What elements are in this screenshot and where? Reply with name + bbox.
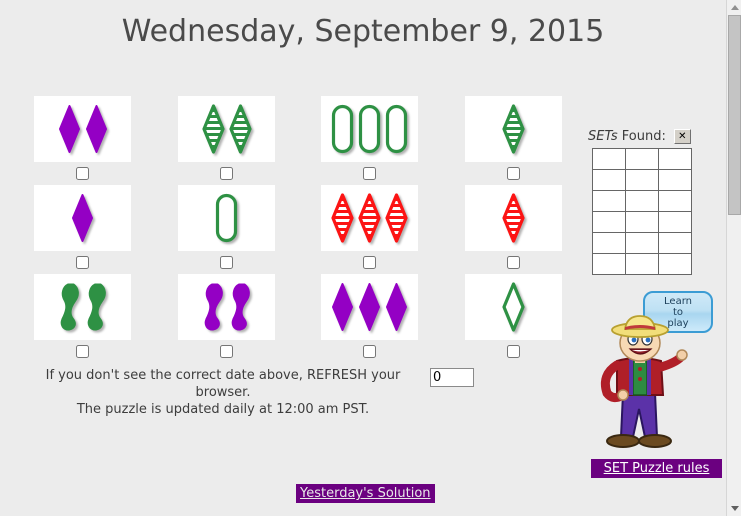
card-checkbox-wrap <box>178 340 275 363</box>
card-checkbox-wrap <box>321 162 418 185</box>
mascot-character-icon <box>600 315 688 448</box>
sets-found-label-rest: Found: <box>617 129 666 144</box>
sets-found-row <box>592 253 692 275</box>
sets-found-cell[interactable] <box>625 211 659 233</box>
card-checkbox-9[interactable] <box>76 345 89 358</box>
set-card-2[interactable] <box>178 96 275 162</box>
set-card-10[interactable] <box>178 274 275 340</box>
card-cell <box>34 274 131 363</box>
sets-found-cell[interactable] <box>658 232 692 254</box>
card-checkbox-8[interactable] <box>507 256 520 269</box>
set-card-12[interactable] <box>465 274 562 340</box>
yesterdays-solution-link[interactable]: Yesterday's Solution <box>296 484 435 503</box>
vertical-scrollbar[interactable] <box>726 0 741 516</box>
sets-found-cell[interactable] <box>658 148 692 170</box>
card-checkbox-wrap <box>321 251 418 274</box>
refresh-notes: If you don't see the correct date above,… <box>28 367 418 418</box>
set-card-5[interactable] <box>34 185 131 251</box>
card-checkbox-wrap <box>34 340 131 363</box>
set-card-6[interactable] <box>178 185 275 251</box>
card-checkbox-6[interactable] <box>220 256 233 269</box>
card-checkbox-10[interactable] <box>220 345 233 358</box>
sets-found-row <box>592 211 692 233</box>
sets-found-label-italic: SETs <box>588 129 618 144</box>
sets-found-cell[interactable] <box>658 253 692 275</box>
sets-found-cell[interactable] <box>592 190 626 212</box>
sets-found-row <box>592 190 692 212</box>
refresh-note-line-2: The puzzle is updated daily at 12:00 am … <box>76 402 370 417</box>
card-cell <box>34 185 131 274</box>
card-cell <box>321 274 418 363</box>
sets-found-cell[interactable] <box>592 253 626 275</box>
sets-found-row <box>592 232 692 254</box>
card-checkbox-1[interactable] <box>76 167 89 180</box>
card-cell <box>465 185 562 274</box>
card-checkbox-wrap <box>465 251 562 274</box>
card-checkbox-wrap <box>178 162 275 185</box>
bubble-line-1: Learn <box>664 296 692 307</box>
refresh-note-line-1: If you don't see the correct date above,… <box>45 368 401 400</box>
sets-found-cell[interactable] <box>592 211 626 233</box>
card-cell <box>465 96 562 185</box>
sets-count-input[interactable] <box>430 368 474 387</box>
sets-found-cell[interactable] <box>658 190 692 212</box>
set-card-7[interactable] <box>321 185 418 251</box>
sets-found-row <box>592 148 692 170</box>
sets-found-cell[interactable] <box>625 232 659 254</box>
card-cell <box>178 185 275 274</box>
card-row <box>34 96 564 185</box>
sets-found-cell[interactable] <box>625 148 659 170</box>
card-checkbox-wrap <box>34 162 131 185</box>
card-checkbox-wrap <box>34 251 131 274</box>
card-cell <box>34 96 131 185</box>
card-cell <box>321 185 418 274</box>
sets-found-label: SETs Found: <box>588 129 666 144</box>
set-card-4[interactable] <box>465 96 562 162</box>
card-cell <box>178 274 275 363</box>
close-icon[interactable]: ✕ <box>673 129 691 144</box>
card-cell <box>321 96 418 185</box>
set-card-9[interactable] <box>34 274 131 340</box>
set-card-11[interactable] <box>321 274 418 340</box>
sets-found-cell[interactable] <box>592 232 626 254</box>
card-cell <box>465 274 562 363</box>
card-cell <box>178 96 275 185</box>
scroll-down-arrow-icon[interactable] <box>727 501 741 516</box>
card-row <box>34 185 564 274</box>
page-root: Wednesday, September 9, 2015 SETs Found:… <box>0 0 726 516</box>
card-checkbox-2[interactable] <box>220 167 233 180</box>
sets-found-cell[interactable] <box>625 190 659 212</box>
sets-found-header: SETs Found: ✕ <box>588 129 726 144</box>
sets-found-cell[interactable] <box>625 169 659 191</box>
card-checkbox-7[interactable] <box>363 256 376 269</box>
scroll-up-arrow-icon[interactable] <box>727 0 741 15</box>
card-checkbox-4[interactable] <box>507 167 520 180</box>
scrollbar-thumb[interactable] <box>728 15 741 215</box>
sets-found-cell[interactable] <box>658 211 692 233</box>
card-checkbox-wrap <box>178 251 275 274</box>
card-checkbox-wrap <box>321 340 418 363</box>
card-checkbox-wrap <box>465 340 562 363</box>
card-checkbox-3[interactable] <box>363 167 376 180</box>
card-checkbox-11[interactable] <box>363 345 376 358</box>
card-row <box>34 274 564 363</box>
set-card-3[interactable] <box>321 96 418 162</box>
set-card-1[interactable] <box>34 96 131 162</box>
card-checkbox-5[interactable] <box>76 256 89 269</box>
sets-found-table-body <box>592 148 692 275</box>
set-card-8[interactable] <box>465 185 562 251</box>
card-grid <box>34 96 564 363</box>
page-title: Wednesday, September 9, 2015 <box>121 14 605 49</box>
card-checkbox-wrap <box>465 162 562 185</box>
sets-found-cell[interactable] <box>625 253 659 275</box>
sets-found-cell[interactable] <box>592 169 626 191</box>
sets-found-cell[interactable] <box>658 169 692 191</box>
sets-found-cell[interactable] <box>592 148 626 170</box>
sets-found-row <box>592 169 692 191</box>
card-checkbox-12[interactable] <box>507 345 520 358</box>
sets-found-table <box>592 148 692 275</box>
set-puzzle-rules-button[interactable]: SET Puzzle rules <box>591 459 722 478</box>
